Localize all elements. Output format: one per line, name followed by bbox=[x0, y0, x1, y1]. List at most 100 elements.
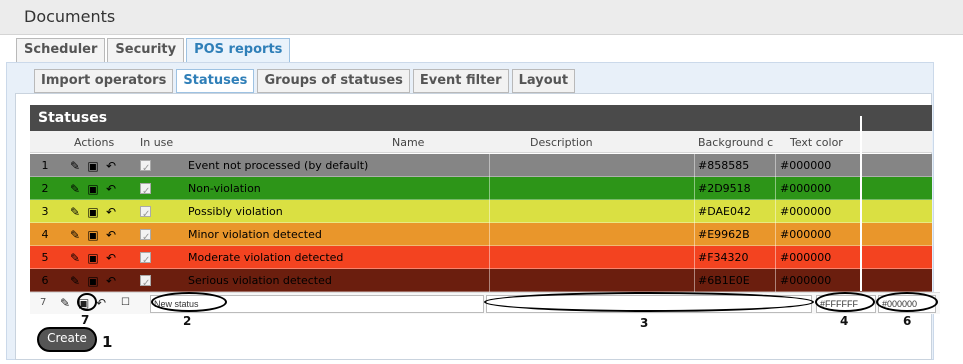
edit-icon[interactable]: ✎ bbox=[68, 274, 82, 288]
col-description: Description bbox=[530, 136, 593, 149]
undo-icon[interactable]: ↶ bbox=[96, 296, 106, 310]
edit-icon[interactable]: ✎ bbox=[68, 251, 82, 265]
status-description bbox=[491, 200, 695, 223]
save-icon[interactable]: ▣ bbox=[86, 228, 100, 242]
callout-2: 2 bbox=[183, 314, 192, 328]
callout-ring-description bbox=[484, 292, 814, 312]
inner-tabs: Import operators Statuses Groups of stat… bbox=[34, 69, 576, 93]
edit-icon[interactable]: ✎ bbox=[68, 182, 82, 196]
in-use-checkbox[interactable] bbox=[140, 223, 160, 246]
status-background-color: #F34320 bbox=[698, 246, 776, 269]
tab-layout[interactable]: Layout bbox=[511, 69, 576, 93]
tab-statuses[interactable]: Statuses bbox=[176, 69, 255, 93]
grid-title: Statuses bbox=[30, 105, 932, 131]
status-description bbox=[491, 269, 695, 292]
in-use-checkbox[interactable] bbox=[140, 246, 160, 269]
row-number: 6 bbox=[41, 274, 49, 287]
col-text-color: Text color bbox=[790, 136, 843, 149]
status-rows: 1 ✎ ▣ ↶ Event not processed (by default)… bbox=[30, 154, 932, 292]
row-number: 4 bbox=[41, 228, 49, 241]
create-button[interactable]: Create bbox=[37, 327, 97, 352]
col-background: Background c bbox=[698, 136, 774, 149]
tab-event-filter[interactable]: Event filter bbox=[412, 69, 509, 93]
undo-icon[interactable]: ↶ bbox=[104, 251, 118, 265]
in-use-checkbox[interactable] bbox=[140, 177, 160, 200]
status-text-color: #000000 bbox=[780, 182, 832, 195]
edit-icon[interactable]: ✎ bbox=[68, 228, 82, 242]
column-headers: Actions In use Name Description Backgrou… bbox=[30, 131, 932, 153]
status-description bbox=[491, 177, 695, 200]
new-row-number: 7 bbox=[40, 297, 47, 308]
callout-1: 1 bbox=[102, 333, 113, 351]
status-text-color: #000000 bbox=[780, 274, 832, 287]
row-actions: ✎ ▣ ↶ bbox=[68, 154, 128, 177]
status-name: Serious violation detected bbox=[188, 269, 490, 292]
in-use-checkbox[interactable]: ☐ bbox=[121, 297, 130, 308]
callout-7: 7 bbox=[81, 313, 90, 327]
row-actions: ✎ ▣ ↶ bbox=[68, 200, 128, 223]
callout-ring-name bbox=[151, 292, 227, 312]
col-in-use: In use bbox=[140, 136, 174, 149]
callout-3: 3 bbox=[640, 316, 649, 330]
table-row: 6 ✎ ▣ ↶ Serious violation detected #6B1E… bbox=[30, 269, 932, 292]
table-row: 4 ✎ ▣ ↶ Minor violation detected #E9962B… bbox=[30, 223, 932, 246]
tab-pos-reports[interactable]: POS reports bbox=[186, 38, 291, 62]
undo-icon[interactable]: ↶ bbox=[104, 159, 118, 173]
edit-icon[interactable]: ✎ bbox=[68, 205, 82, 219]
edit-icon[interactable]: ✎ bbox=[68, 159, 82, 173]
row-actions: ✎ ▣ ↶ bbox=[68, 223, 128, 246]
top-tabs: Scheduler Security POS reports bbox=[16, 38, 291, 62]
row-actions: ✎ ▣ ↶ bbox=[68, 246, 128, 269]
table-row: 3 ✎ ▣ ↶ Possibly violation #DAE042 #0000… bbox=[30, 200, 932, 223]
window-title: Documents bbox=[24, 7, 116, 26]
status-text-color: #000000 bbox=[780, 251, 832, 264]
status-name: Minor violation detected bbox=[188, 223, 490, 246]
tab-scheduler[interactable]: Scheduler bbox=[16, 38, 106, 62]
col-actions: Actions bbox=[74, 136, 115, 149]
callout-ring-save bbox=[77, 293, 97, 311]
row-actions: ✎ ▣ ↶ bbox=[68, 269, 128, 292]
edit-icon[interactable]: ✎ bbox=[60, 296, 70, 310]
callout-ring-text-color bbox=[876, 292, 938, 312]
in-use-checkbox[interactable] bbox=[140, 154, 160, 177]
in-use-checkbox[interactable] bbox=[140, 200, 160, 223]
status-background-color: #858585 bbox=[698, 154, 776, 177]
undo-icon[interactable]: ↶ bbox=[104, 205, 118, 219]
column-divider bbox=[860, 116, 862, 291]
row-actions: ✎ ▣ ↶ bbox=[68, 177, 128, 200]
status-name: Event not processed (by default) bbox=[188, 154, 490, 177]
in-use-checkbox[interactable] bbox=[140, 269, 160, 292]
undo-icon[interactable]: ↶ bbox=[104, 228, 118, 242]
save-icon[interactable]: ▣ bbox=[86, 159, 100, 173]
status-description bbox=[491, 246, 695, 269]
save-icon[interactable]: ▣ bbox=[86, 182, 100, 196]
callout-4: 4 bbox=[840, 314, 849, 328]
status-description bbox=[491, 223, 695, 246]
status-name: Possibly violation bbox=[188, 200, 490, 223]
callout-6: 6 bbox=[903, 314, 912, 328]
tab-security[interactable]: Security bbox=[107, 38, 185, 62]
tab-import-operators[interactable]: Import operators bbox=[34, 69, 174, 93]
col-name: Name bbox=[392, 136, 425, 149]
table-row: 1 ✎ ▣ ↶ Event not processed (by default)… bbox=[30, 154, 932, 177]
row-number: 2 bbox=[41, 182, 49, 195]
status-name: Non-violation bbox=[188, 177, 490, 200]
status-background-color: #DAE042 bbox=[698, 200, 776, 223]
undo-icon[interactable]: ↶ bbox=[104, 182, 118, 196]
undo-icon[interactable]: ↶ bbox=[104, 274, 118, 288]
table-row: 2 ✎ ▣ ↶ Non-violation #2D9518 #000000 bbox=[30, 177, 932, 200]
save-icon[interactable]: ▣ bbox=[86, 274, 100, 288]
row-number: 1 bbox=[41, 159, 49, 172]
status-text-color: #000000 bbox=[780, 159, 832, 172]
status-text-color: #000000 bbox=[780, 228, 832, 241]
status-description bbox=[491, 154, 695, 177]
status-text-color: #000000 bbox=[780, 205, 832, 218]
status-background-color: #2D9518 bbox=[698, 177, 776, 200]
callout-ring-background bbox=[815, 292, 875, 312]
status-background-color: #E9962B bbox=[698, 223, 776, 246]
row-number: 5 bbox=[41, 251, 49, 264]
tab-groups-of-statuses[interactable]: Groups of statuses bbox=[257, 69, 410, 93]
status-name: Moderate violation detected bbox=[188, 246, 490, 269]
save-icon[interactable]: ▣ bbox=[86, 251, 100, 265]
save-icon[interactable]: ▣ bbox=[86, 205, 100, 219]
